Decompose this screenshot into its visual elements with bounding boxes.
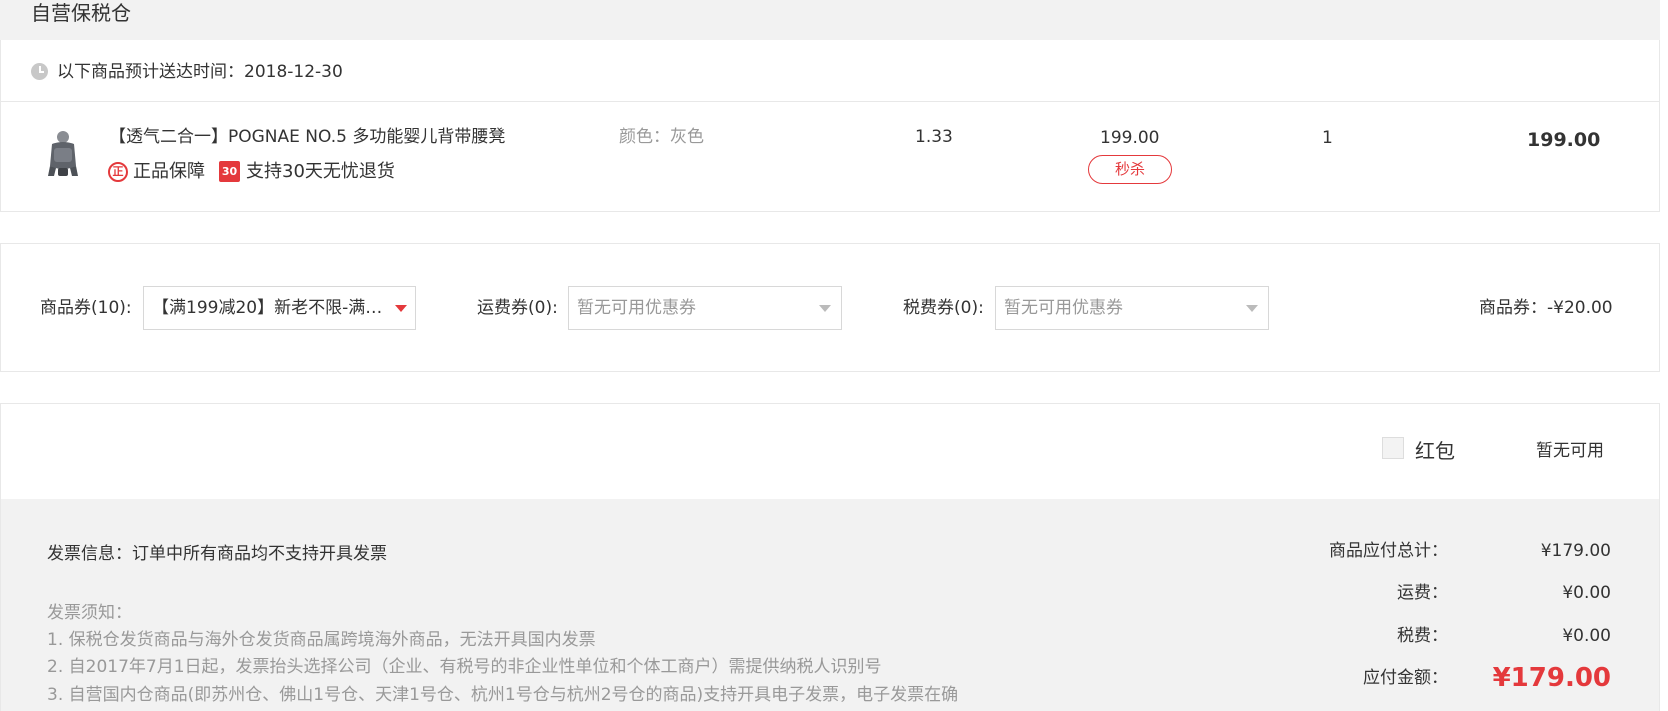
product-tax: 1.33 — [915, 127, 953, 147]
product-attribute: 颜色：灰色 — [619, 127, 704, 147]
invoice-notice-title: 发票须知： — [47, 603, 132, 623]
shipping-coupon-select[interactable]: 暂无可用优惠券 — [568, 286, 842, 330]
30-day-return-label: 支持30天无忧退货 — [246, 161, 395, 182]
warehouse-header — [0, 0, 1660, 40]
goods-coupon-label: 商品券(10): — [40, 298, 132, 318]
genuine-guarantee-label: 正品保障 — [133, 161, 205, 182]
product-subtotal: 199.00 — [1527, 129, 1601, 151]
product-price: 199.00 — [1100, 128, 1160, 148]
invoice-notice-item: 3. 自营国内仓商品(即苏州仓、佛山1号仓、天津1号仓、杭州1号仓与杭州2号仓的… — [47, 685, 959, 705]
delivery-estimate: 以下商品预计送达时间：2018-12-30 — [57, 62, 343, 82]
chevron-down-icon — [1246, 305, 1258, 312]
red-packet-checkbox[interactable] — [1382, 437, 1404, 459]
tax-fee-value: ¥0.00 — [1562, 626, 1611, 646]
30-day-return-icon: 30 — [219, 161, 240, 182]
product-thumbnail[interactable] — [40, 128, 86, 180]
red-packet-status: 暂无可用 — [1536, 441, 1604, 461]
tax-coupon-label: 税费券(0): — [903, 298, 984, 318]
product-name[interactable]: 【透气二合一】POGNAE NO.5 多功能婴儿背带腰凳 — [109, 126, 539, 148]
invoice-notice-item: 1. 保税仓发货商品与海外仓发货商品属跨境海外商品，无法开具国内发票 — [47, 630, 596, 650]
coupon-discount-summary: 商品券：-¥20.00 — [1479, 298, 1613, 318]
shipping-coupon-placeholder: 暂无可用优惠券 — [577, 298, 696, 318]
payable-amount: ¥179.00 — [1492, 663, 1611, 693]
red-packet-label: 红包 — [1415, 439, 1455, 463]
shipping-fee-value: ¥0.00 — [1562, 583, 1611, 603]
invoice-info: 发票信息：订单中所有商品均不支持开具发票 — [47, 544, 387, 564]
goods-coupon-select[interactable]: 【满199减20】新老不限-满199减20 — [143, 286, 416, 330]
red-packet-section — [0, 403, 1660, 499]
shipping-fee-label: 运费： — [1397, 583, 1448, 603]
invoice-notice-item: 2. 自2017年7月1日起，发票抬头选择公司（企业、有税号的非企业性单位和个体… — [47, 657, 882, 677]
tax-coupon-placeholder: 暂无可用优惠券 — [1004, 298, 1123, 318]
product-row — [0, 102, 1660, 212]
product-quantity: 1 — [1322, 128, 1333, 148]
warehouse-title: 自营保税仓 — [31, 1, 131, 25]
seckill-tag: 秒杀 — [1088, 155, 1172, 184]
tax-coupon-select[interactable]: 暂无可用优惠券 — [995, 286, 1269, 330]
chevron-down-icon — [395, 305, 407, 312]
shipping-coupon-label: 运费券(0): — [477, 298, 558, 318]
chevron-down-icon — [819, 305, 831, 312]
goods-coupon-selected: 【满199减20】新老不限-满199减20 — [152, 298, 392, 318]
goods-total-value: ¥179.00 — [1540, 541, 1611, 561]
tax-fee-label: 税费： — [1397, 626, 1448, 646]
genuine-guarantee-icon: 正 — [108, 162, 128, 182]
clock-icon — [31, 63, 48, 80]
goods-total-label: 商品应付总计： — [1329, 541, 1448, 561]
